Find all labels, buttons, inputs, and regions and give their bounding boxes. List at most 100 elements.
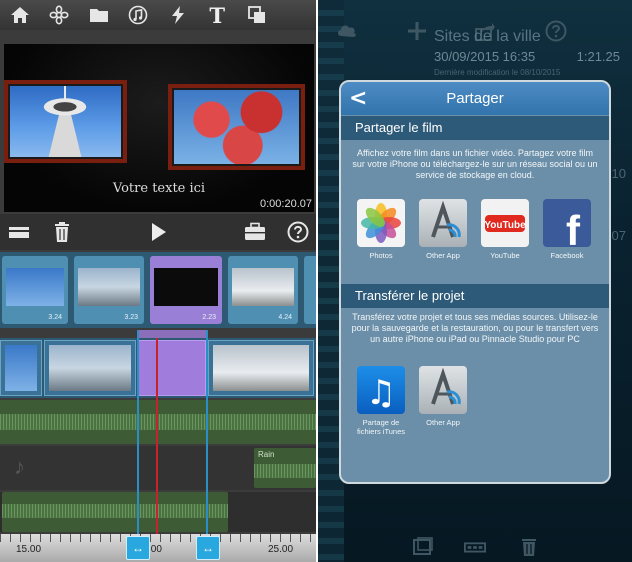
toolbox-icon[interactable] <box>243 220 267 244</box>
preview-frame-left <box>4 80 127 163</box>
top-toolbar: T <box>0 0 316 30</box>
section-heading-share-film: Partager le film <box>341 116 609 140</box>
other-app-icon <box>419 199 467 247</box>
video-track[interactable] <box>0 338 316 398</box>
video-preview[interactable]: Votre texte ici 0:00:20.07 <box>4 44 314 212</box>
storyboard-clip[interactable]: 3.24 <box>2 256 68 324</box>
clip-thumbnail <box>78 268 140 306</box>
audio-clip[interactable] <box>2 492 228 532</box>
storyboard-clip-selected[interactable]: 2.23 <box>150 256 222 324</box>
share-facebook-button[interactable]: f Facebook <box>541 199 593 260</box>
ruler-label: 25.00 <box>268 544 294 555</box>
import-icon[interactable] <box>412 537 434 557</box>
timeline-video-clip[interactable] <box>44 340 136 396</box>
clip-duration: 3.24 <box>48 314 62 321</box>
trash-icon[interactable] <box>518 537 540 557</box>
itunes-icon: ♫ <box>357 366 405 414</box>
transfer-project-description: Transférez votre projet et tous ses médi… <box>351 312 599 345</box>
share-youtube-button[interactable]: YouTube YouTube <box>479 199 531 260</box>
ruler-label: .00 <box>148 544 162 555</box>
clip-duration: 2.23 <box>202 314 216 321</box>
playhead[interactable] <box>156 338 158 536</box>
clip-thumbnail <box>154 268 218 306</box>
storyboard-clip[interactable]: 4.24 <box>228 256 298 324</box>
itunes-note-glyph: ♫ <box>366 373 396 413</box>
timeline-ruler[interactable]: 15.00 .00 25.00 <box>0 534 316 562</box>
preview-frame-right <box>168 84 305 170</box>
overlay-icon[interactable] <box>237 0 277 30</box>
share-target-label: Partage de fichiers iTunes <box>356 418 406 436</box>
add-project-icon[interactable] <box>406 20 428 42</box>
home-icon[interactable] <box>0 0 40 30</box>
effects-lightning-icon[interactable] <box>158 0 198 30</box>
play-icon[interactable] <box>146 220 170 244</box>
selection-range <box>138 330 206 338</box>
red-leaves-image <box>174 90 299 164</box>
trim-marker-right[interactable] <box>206 330 208 536</box>
youtube-icon: YouTube <box>481 199 529 247</box>
audio-clip-label: Rain <box>258 450 275 459</box>
cloud-icon[interactable] <box>336 20 358 42</box>
trim-marker-left[interactable] <box>137 330 139 536</box>
storyboard-clip[interactable] <box>304 256 316 324</box>
share-target-label: Other App <box>426 251 460 260</box>
help-icon[interactable] <box>286 220 310 244</box>
dialog-title: Partager <box>446 90 504 107</box>
back-chevron-icon[interactable]: < <box>349 86 367 111</box>
rain-audio-clip[interactable]: Rain <box>254 448 316 488</box>
folder-icon[interactable] <box>79 0 119 30</box>
trim-handle-left[interactable]: ↔ <box>126 536 150 560</box>
timeline-video-clip[interactable] <box>208 340 314 396</box>
clip-duration: 3.23 <box>124 314 138 321</box>
background-project-title: Sites de la ville <box>434 28 541 45</box>
theme-flower-icon[interactable] <box>40 0 80 30</box>
share-target-label: Photos <box>369 251 393 260</box>
music-track[interactable]: ♪ Rain <box>0 446 316 490</box>
background-project-date: 30/09/2015 16:35 <box>434 49 536 64</box>
trim-handle-right[interactable]: ↔ <box>196 536 220 560</box>
share-target-label: Facebook <box>550 251 584 260</box>
filmstrip-icon[interactable] <box>464 537 488 557</box>
share-target-label: Other App <box>426 418 460 427</box>
facebook-icon: f <box>543 199 591 247</box>
clip-thumbnail <box>49 345 131 391</box>
share-photos-button[interactable]: Photos <box>355 199 407 260</box>
storyboard-clip[interactable]: 3.23 <box>74 256 144 324</box>
playback-controls <box>0 214 316 250</box>
space-needle-image <box>10 86 121 157</box>
share-target-label: YouTube <box>490 251 520 260</box>
title-text-icon[interactable]: T <box>198 0 238 30</box>
audio-waveform <box>2 504 228 518</box>
clip-duration: 4.24 <box>278 314 292 321</box>
transfer-other-app-button[interactable]: Other App <box>417 366 469 427</box>
ruler-ticks <box>0 534 316 542</box>
background-project-duration: 1:21.25 <box>576 49 620 64</box>
storyboard-strip[interactable]: 3.24 3.23 2.23 4.24 <box>0 252 316 328</box>
clip-thumbnail <box>5 345 37 391</box>
music-note-icon: ♪ <box>14 454 25 479</box>
other-app-icon <box>419 366 467 414</box>
library-bottom-toolbar <box>318 532 632 562</box>
timeline-video-clip-selected[interactable] <box>138 340 206 396</box>
share-other-app-button[interactable]: Other App <box>417 199 469 260</box>
voiceover-track[interactable] <box>0 492 316 532</box>
split-clip-icon[interactable] <box>7 220 31 244</box>
photos-icon <box>357 199 405 247</box>
project-library-panel: Sites de la ville 30/09/2015 16:35 1:21.… <box>318 0 632 562</box>
background-project-value: 07 <box>611 228 626 243</box>
share-film-description: Affichez votre film dans un fichier vidé… <box>352 148 598 181</box>
music-icon[interactable] <box>119 0 159 30</box>
share-itunes-button[interactable]: ♫ Partage de fichiers iTunes <box>355 366 407 436</box>
preview-caption-text[interactable]: Votre texte ici <box>4 181 314 196</box>
timeline-video-clip[interactable] <box>0 340 42 396</box>
audio-waveform <box>0 414 316 430</box>
clip-thumbnail <box>6 268 64 306</box>
preview-timecode: 0:00:20.07 <box>260 198 312 210</box>
section-heading-transfer-project: Transférer le projet <box>341 284 609 308</box>
help-icon[interactable] <box>545 20 567 42</box>
trash-icon[interactable] <box>50 220 74 244</box>
ruler-label: 15.00 <box>16 544 42 555</box>
audio-track[interactable] <box>0 400 316 444</box>
dialog-header: < Partager <box>341 82 609 115</box>
share-dialog: < Partager Partager le film Affichez vot… <box>339 80 611 484</box>
